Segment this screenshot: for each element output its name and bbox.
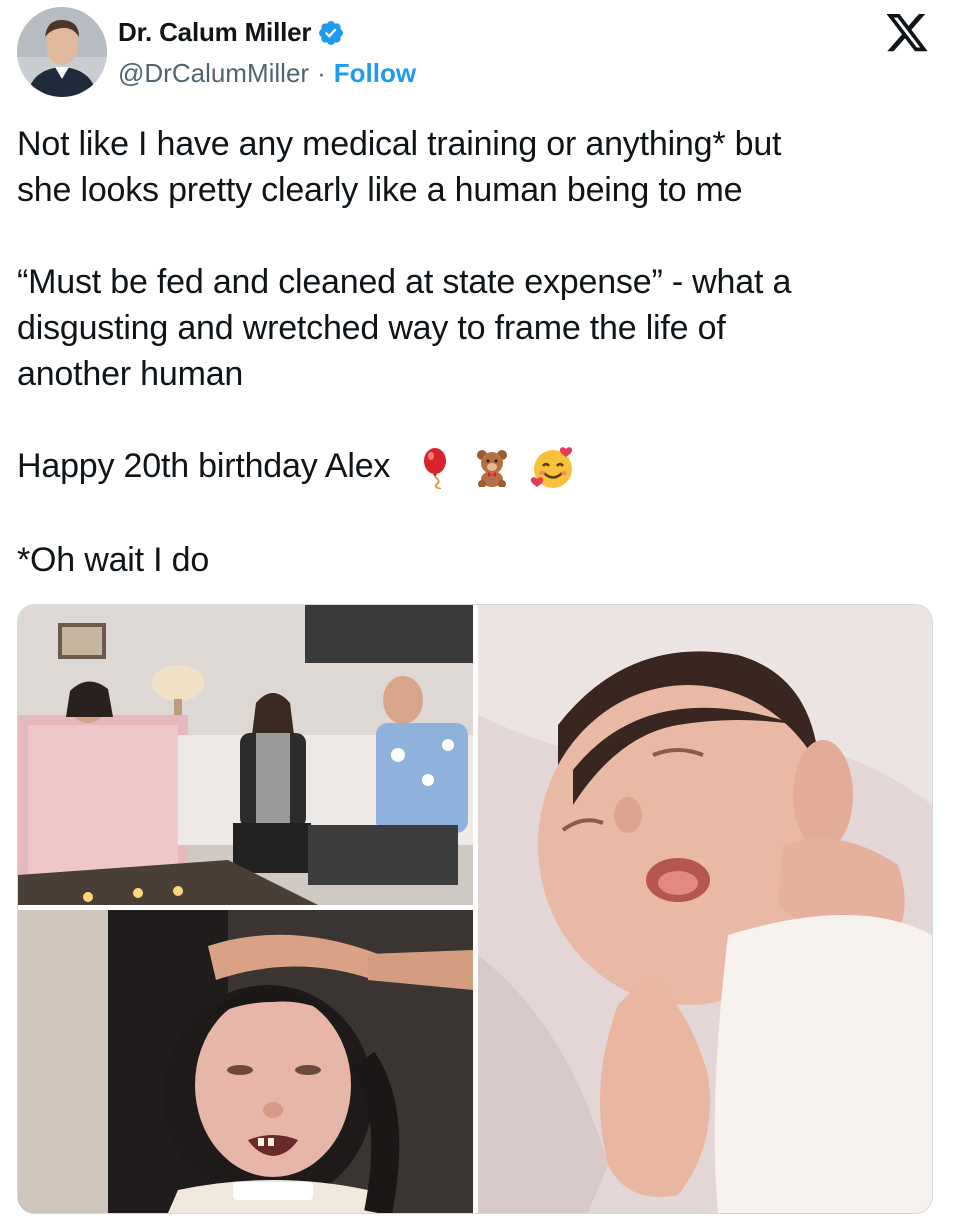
smiling-face-with-hearts-emoji: [530, 447, 573, 489]
tweet-line: another human: [17, 355, 244, 393]
separator-dot: ·: [317, 58, 326, 88]
media-grid: [17, 604, 933, 1214]
tweet-header: Dr. Calum Miller @DrCalumMiller · Follow: [0, 0, 956, 110]
author-avatar[interactable]: [17, 7, 107, 97]
tweet-line: disgusting and wretched way to frame the…: [17, 309, 726, 347]
author-handle[interactable]: @DrCalumMiller: [118, 58, 309, 89]
sleeping-baby-photo[interactable]: [478, 605, 932, 1213]
family-living-room-photo[interactable]: [18, 605, 473, 905]
tweet-line: Not like I have any medical training or …: [17, 125, 782, 163]
tweet-line: Happy 20th birthday Alex: [17, 447, 391, 485]
verified-badge-icon: [319, 20, 344, 45]
follow-button[interactable]: Follow: [334, 58, 416, 89]
teddy-bear-emoji: [476, 450, 507, 488]
young-woman-hand-on-head-photo[interactable]: [18, 910, 473, 1213]
author-name[interactable]: Dr. Calum Miller: [118, 17, 312, 48]
x-logo-icon[interactable]: [884, 14, 930, 56]
author-name-row: Dr. Calum Miller: [118, 17, 345, 48]
balloon-emoji: [424, 448, 447, 490]
author-handle-row: @DrCalumMiller · Follow: [118, 58, 416, 89]
tweet-line-birthday: Happy 20th birthday Alex: [17, 443, 937, 491]
tweet-line: “Must be fed and cleaned at state expens…: [17, 263, 792, 301]
tweet-text: Not like I have any medical training or …: [17, 121, 937, 583]
tweet-line: she looks pretty clearly like a human be…: [17, 171, 743, 209]
tweet-line: *Oh wait I do: [17, 541, 210, 580]
